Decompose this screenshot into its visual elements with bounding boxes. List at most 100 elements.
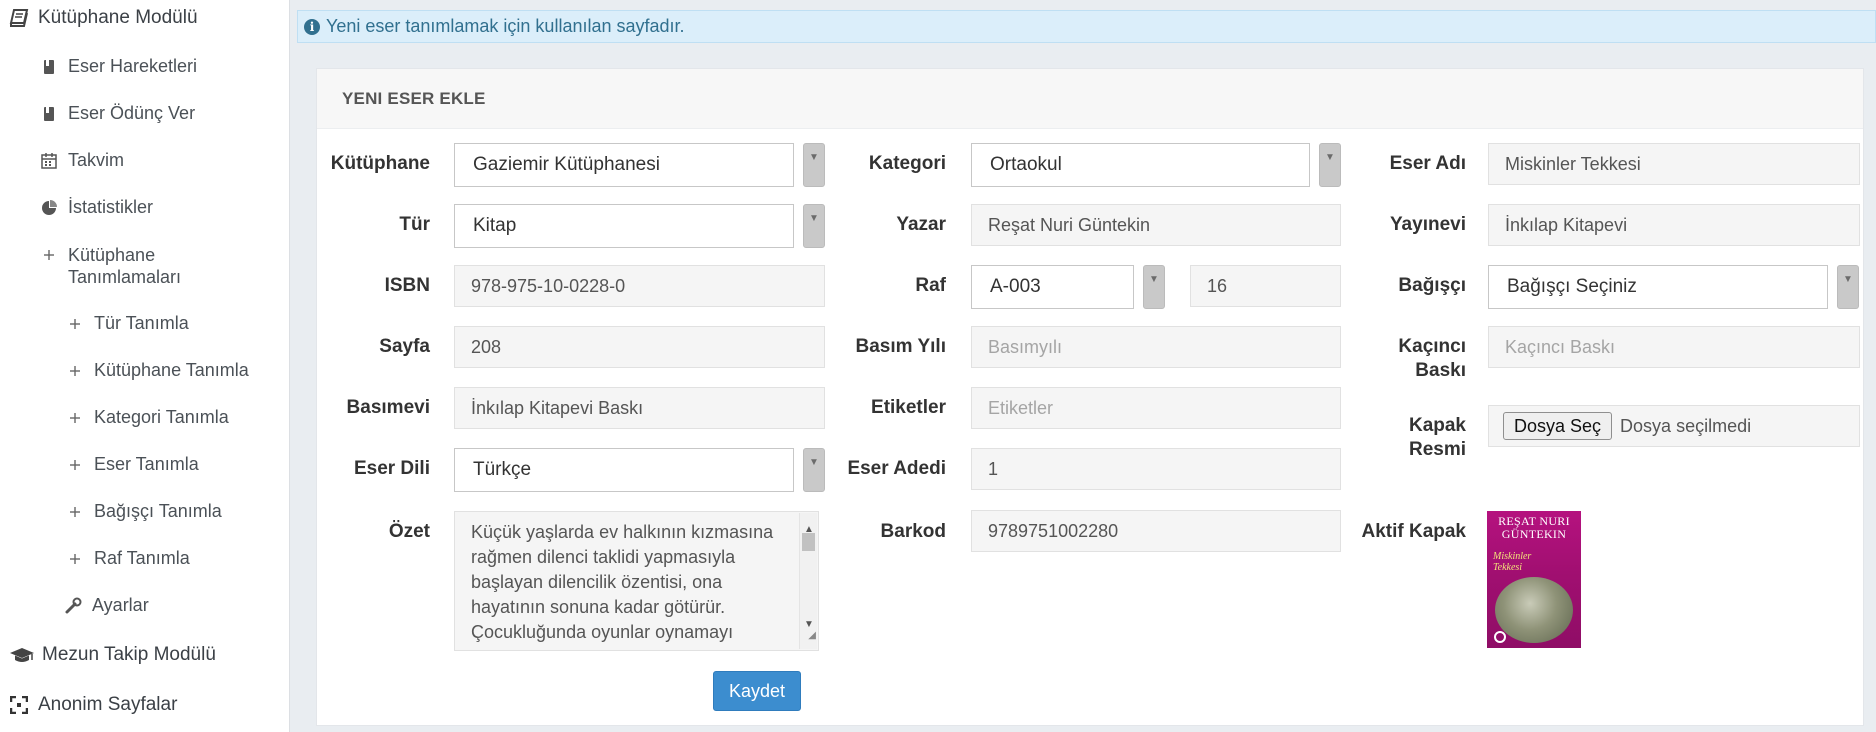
kapak-resmi-label-line2: Resmi (1408, 439, 1466, 460)
etiketler-input[interactable]: Etiketler (971, 387, 1341, 429)
choose-file-button[interactable]: Dosya Seç (1503, 412, 1613, 440)
basim-yili-label: Basım Yılı (855, 336, 946, 357)
kapak-resmi-label: Kapak Resmi (1356, 414, 1466, 462)
basimevi-input[interactable]: İnkılap Kitapevi Baskı (454, 387, 825, 429)
sidebar-item-label: İstatistikler (68, 197, 154, 217)
kapak-resmi-label-line1: Kapak (1408, 415, 1466, 436)
sidebar-item-eser-tanimla[interactable]: Eser Tanımla (64, 454, 199, 476)
sidebar-item-label: Kütüphane Tanımla (94, 360, 249, 380)
sayfa-input[interactable]: 208 (454, 326, 825, 368)
sidebar-item-ayarlar[interactable]: Ayarlar (62, 595, 149, 617)
sidebar-item-kutuphane-tanimla[interactable]: Kütüphane Tanımla (64, 360, 249, 382)
cover-author-line: GÜNTEKIN (1501, 527, 1567, 541)
yayinevi-label: Yayınevi (1389, 214, 1466, 235)
chevron-down-icon[interactable]: ▼ (1143, 265, 1165, 309)
sidebar-item-raf-tanimla[interactable]: Raf Tanımla (64, 548, 190, 570)
eser-dili-label: Eser Dili (353, 458, 430, 479)
yayinevi-input[interactable]: İnkılap Kitapevi (1488, 204, 1860, 246)
kutuphane-select[interactable]: Gaziemir Kütüphanesi (454, 143, 794, 187)
sidebar-item-istatistikler[interactable]: İstatistikler (38, 197, 153, 219)
ozet-line: rağmen dilenci taklidi yapmasıyla (471, 547, 736, 567)
kutuphane-label: Kütüphane (330, 153, 430, 174)
chevron-down-icon[interactable]: ▼ (1319, 143, 1341, 187)
sidebar-item-label: Kategori Tanımla (94, 407, 229, 427)
kacinci-baski-label: Kaçıncı Baskı (1356, 335, 1466, 383)
sidebar-item-label: Ayarlar (92, 595, 149, 615)
cover-photo (1495, 577, 1573, 643)
sidebar: Kütüphane Modülü Eser Hareketleri Eser Ö… (0, 0, 290, 732)
sidebar-item-mezun-takip-modulu[interactable]: Mezun Takip Modülü (8, 644, 216, 666)
info-alert: i Yeni eser tanımlamak için kullanılan s… (297, 10, 1876, 43)
bagisci-label: Bağışçı (1398, 275, 1466, 296)
kacinci-baski-input[interactable]: Kaçıncı Baskı (1488, 326, 1860, 368)
graduation-cap-icon (8, 644, 36, 666)
panel-title: YENI ESER EKLE (342, 89, 486, 108)
sidebar-item-label: Takvim (68, 150, 125, 170)
kacinci-baski-label-line1: Kaçıncı (1398, 336, 1466, 357)
raf-select[interactable]: A-003 (971, 265, 1134, 309)
file-status: Dosya seçilmedi (1620, 415, 1752, 436)
sidebar-item-bagisci-tanimla[interactable]: Bağışçı Tanımla (64, 501, 222, 523)
cover-title-line: Miskinler (1493, 551, 1532, 562)
chevron-down-icon[interactable]: ▼ (803, 204, 825, 248)
cover-author: REŞAT NURI GÜNTEKIN (1487, 515, 1581, 541)
bookmark-book-icon (38, 56, 60, 78)
sidebar-item-label: Eser Tanımla (94, 454, 199, 474)
sidebar-item-label: Mezun Takip Modülü (42, 644, 216, 665)
barkod-input[interactable]: 9789751002280 (971, 510, 1341, 552)
sidebar-item-kutuphane-modulu[interactable]: Kütüphane Modülü (8, 7, 198, 29)
wrench-icon (62, 595, 84, 617)
kategori-label: Kategori (868, 153, 946, 174)
basim-yili-input[interactable]: Basımyılı (971, 326, 1341, 368)
cover-title-line: Tekkesi (1493, 562, 1523, 573)
kacinci-baski-label-line2: Baskı (1415, 360, 1466, 381)
sidebar-item-label: Anonim Sayfalar (38, 694, 178, 715)
sidebar-item-eser-hareketleri[interactable]: Eser Hareketleri (38, 56, 197, 78)
eser-dili-select[interactable]: Türkçe (454, 448, 794, 492)
eser-adedi-label: Eser Adedi (847, 458, 946, 479)
kategori-select[interactable]: Ortaokul (971, 143, 1310, 187)
sidebar-item-kategori-tanimla[interactable]: Kategori Tanımla (64, 407, 229, 429)
sidebar-item-takvim[interactable]: Takvim (38, 150, 124, 172)
cover-title: Miskinler Tekkesi (1493, 551, 1531, 573)
plus-icon (64, 407, 86, 429)
book-icon (8, 7, 30, 29)
calendar-icon (38, 150, 60, 172)
aktif-kapak-label: Aktif Kapak (1361, 521, 1466, 542)
bagisci-select[interactable]: Bağışçı Seçiniz (1488, 265, 1828, 309)
info-icon: i (304, 18, 320, 35)
eser-adedi-input[interactable]: 1 (971, 448, 1341, 490)
barkod-label: Barkod (880, 521, 946, 542)
yazar-input[interactable]: Reşat Nuri Güntekin (971, 204, 1341, 246)
sidebar-item-anonim-sayfalar[interactable]: Anonim Sayfalar (8, 694, 177, 716)
plus-icon (64, 454, 86, 476)
raf-number-input[interactable]: 16 (1190, 265, 1341, 307)
chevron-down-icon[interactable]: ▼ (803, 143, 825, 187)
raf-label: Raf (915, 275, 946, 296)
sidebar-item-tur-tanimla[interactable]: Tür Tanımla (64, 313, 189, 335)
ozet-textarea[interactable]: Küçük yaşlarda ev halkının kızmasına rağ… (454, 511, 819, 651)
kapak-resmi-file-input: Dosya Seç Dosya seçilmedi (1488, 405, 1860, 447)
panel-header: YENI ESER EKLE (317, 69, 1863, 129)
scrollbar-thumb[interactable] (802, 533, 815, 551)
eser-adi-input[interactable]: Miskinler Tekkesi (1488, 143, 1860, 185)
isbn-label: ISBN (384, 275, 430, 296)
yazar-label: Yazar (896, 214, 946, 235)
plus-icon (64, 360, 86, 382)
chevron-down-icon[interactable]: ▼ (1837, 265, 1859, 309)
sidebar-item-eser-odunc-ver[interactable]: Eser Ödünç Ver (38, 103, 195, 125)
sidebar-item-label: Raf Tanımla (94, 548, 190, 568)
resize-handle-icon[interactable]: ◢ (808, 623, 816, 648)
save-button[interactable]: Kaydet (713, 671, 801, 711)
sidebar-item-kutuphane-tanimlamalari[interactable]: Kütüphane Tanımlamaları (38, 244, 188, 288)
etiketler-label: Etiketler (871, 397, 946, 418)
ozet-line: başlayan dilencilik özentisi, ona (471, 572, 723, 592)
sidebar-item-label: Kütüphane Tanımlamaları (68, 245, 182, 287)
chevron-down-icon[interactable]: ▼ (803, 448, 825, 492)
isbn-input[interactable]: 978-975-10-0228-0 (454, 265, 825, 307)
tur-select[interactable]: Kitap (454, 204, 794, 248)
plus-icon (64, 548, 86, 570)
ozet-label: Özet (388, 521, 430, 542)
ozet-line: Küçük yaşlarda ev halkının kızmasına (471, 522, 774, 542)
bookmark-book-icon (38, 103, 60, 125)
